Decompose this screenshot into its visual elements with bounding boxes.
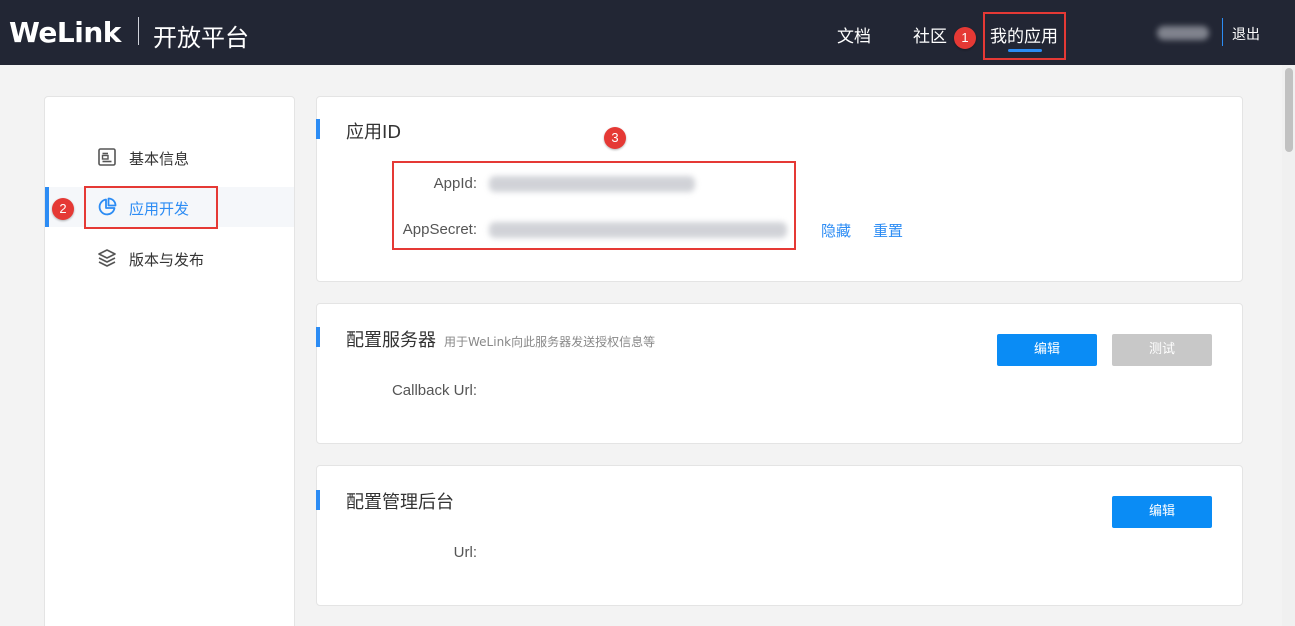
- reset-secret-link[interactable]: 重置: [873, 220, 903, 241]
- nav-docs[interactable]: 文档: [837, 22, 871, 47]
- user-name-blurred[interactable]: [1157, 26, 1209, 40]
- layers-icon: [97, 248, 117, 268]
- server-config-subtitle: 用于WeLink向此服务器发送授权信息等: [444, 335, 656, 349]
- welink-logo[interactable]: WeLink: [9, 16, 121, 49]
- sidebar: 基本信息 应用开发 版本与发布: [44, 96, 295, 626]
- annotation-box-2: [84, 186, 218, 229]
- logout-link[interactable]: 退出: [1232, 24, 1260, 44]
- admin-config-card: 配置管理后台 Url: 编辑: [316, 465, 1243, 606]
- section-accent-bar: [316, 490, 320, 510]
- sidebar-item-label: 版本与发布: [129, 251, 205, 269]
- server-config-title-text: 配置服务器: [346, 330, 436, 351]
- admin-config-title: 配置管理后台: [346, 492, 454, 513]
- section-accent-bar: [316, 119, 320, 139]
- annotation-badge-1: 1: [954, 27, 976, 49]
- sidebar-item-label: 基本信息: [129, 150, 190, 168]
- admin-edit-button[interactable]: 编辑: [1112, 496, 1212, 528]
- server-config-card: 配置服务器 用于WeLink向此服务器发送授权信息等 Callback Url: …: [316, 303, 1243, 444]
- annotation-badge-2: 2: [52, 198, 74, 220]
- admin-url-label: Url:: [453, 544, 477, 561]
- user-divider: [1222, 18, 1223, 46]
- annotation-badge-3: 3: [604, 127, 626, 149]
- server-test-button[interactable]: 测试: [1112, 334, 1212, 366]
- document-icon: [97, 147, 117, 167]
- server-edit-button[interactable]: 编辑: [997, 334, 1097, 366]
- page-scrollbar-thumb[interactable]: [1285, 68, 1293, 152]
- top-header: WeLink 开放平台 文档 社区 我的应用 退出: [0, 0, 1295, 65]
- app-id-title: 应用ID: [346, 122, 402, 143]
- platform-title: 开放平台: [153, 24, 249, 52]
- sidebar-active-indicator: [45, 187, 49, 227]
- hide-secret-link[interactable]: 隐藏: [821, 220, 851, 241]
- logo-divider: [138, 17, 139, 45]
- section-accent-bar: [316, 327, 320, 347]
- sidebar-item-basic-info[interactable]: 基本信息: [45, 137, 294, 177]
- server-config-title: 配置服务器 用于WeLink向此服务器发送授权信息等: [346, 326, 655, 352]
- annotation-box-1: [983, 12, 1066, 60]
- annotation-box-3: [392, 161, 796, 250]
- callback-url-label: Callback Url:: [391, 382, 477, 399]
- nav-community[interactable]: 社区: [913, 22, 947, 47]
- sidebar-item-version-release[interactable]: 版本与发布: [45, 238, 294, 278]
